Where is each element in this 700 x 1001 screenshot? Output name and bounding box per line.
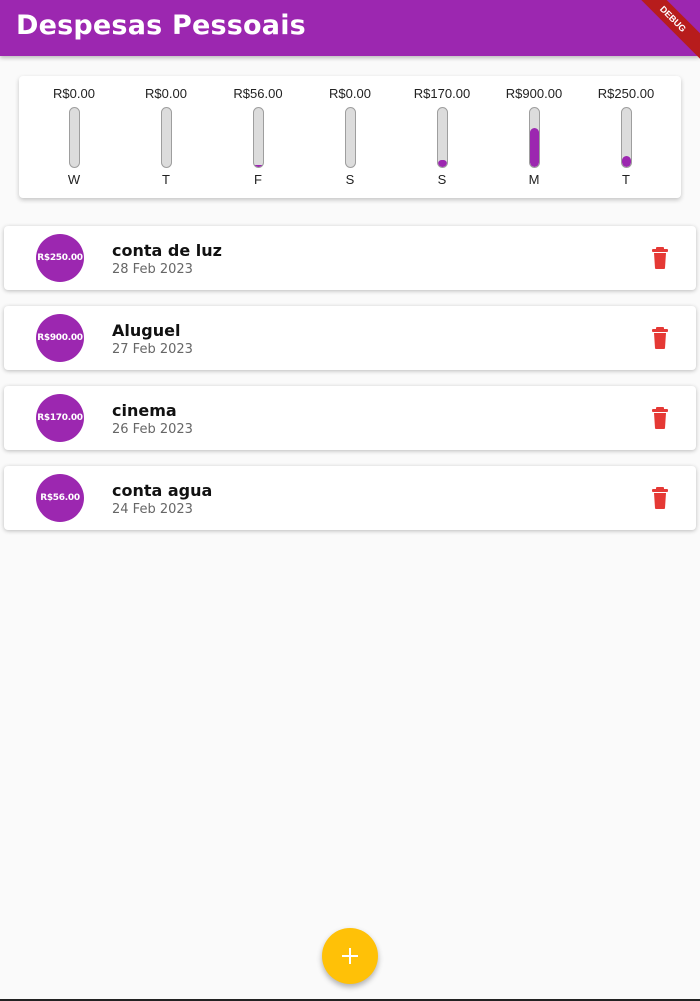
delete-transaction-button[interactable]	[650, 486, 670, 510]
chart-bar-2: R$56.00 F	[212, 76, 304, 198]
transaction-title: conta de luz	[112, 241, 222, 260]
bar-track	[161, 107, 172, 168]
bar-value-label: R$0.00	[53, 86, 95, 101]
bar-track	[253, 107, 264, 168]
bar-day-label: S	[345, 172, 355, 187]
weekly-chart: R$0.00 W R$0.00 T R$56.00 F R$0.00 S R$170.00 S R$…	[19, 76, 681, 198]
amount-avatar: R$250.00	[36, 234, 84, 282]
trash-icon	[652, 487, 668, 509]
bar-day-label: W	[67, 172, 81, 187]
bar-fill	[254, 165, 263, 167]
bar-track	[69, 107, 80, 168]
transaction-item: R$250.00 conta de luz 28 Feb 2023	[4, 226, 696, 290]
transaction-date: 27 Feb 2023	[112, 342, 193, 357]
transaction-title: conta agua	[112, 481, 213, 500]
transaction-title: Aluguel	[112, 321, 181, 340]
bar-day-label: F	[254, 172, 262, 187]
chart-bar-3: R$0.00 S	[304, 76, 396, 198]
bar-day-label: T	[622, 172, 630, 187]
bar-value-label: R$0.00	[145, 86, 187, 101]
bar-day-label: S	[437, 172, 447, 187]
amount-avatar: R$170.00	[36, 394, 84, 442]
bar-track	[621, 107, 632, 168]
delete-transaction-button[interactable]	[650, 326, 670, 350]
transaction-date: 28 Feb 2023	[112, 262, 193, 277]
delete-transaction-button[interactable]	[650, 406, 670, 430]
transaction-item: R$170.00 cinema 26 Feb 2023	[4, 386, 696, 450]
bar-track	[529, 107, 540, 168]
bar-value-label: R$56.00	[233, 86, 283, 101]
chart-bar-6: R$250.00 T	[580, 76, 672, 198]
chart-bar-1: R$0.00 T	[120, 76, 212, 198]
transaction-item: R$900.00 Aluguel 27 Feb 2023	[4, 306, 696, 370]
transaction-title: cinema	[112, 401, 177, 420]
chart-bar-5: R$900.00 M	[488, 76, 580, 198]
bar-day-label: T	[162, 172, 170, 187]
transaction-date: 26 Feb 2023	[112, 422, 193, 437]
plus-icon	[342, 948, 358, 964]
amount-avatar: R$56.00	[36, 474, 84, 522]
add-transaction-button[interactable]	[322, 928, 378, 984]
bar-day-label: M	[528, 172, 540, 187]
bar-fill	[438, 160, 447, 167]
bar-track	[437, 107, 448, 168]
trash-icon	[652, 327, 668, 349]
trash-icon	[652, 247, 668, 269]
delete-transaction-button[interactable]	[650, 246, 670, 270]
bar-value-label: R$0.00	[329, 86, 371, 101]
bar-value-label: R$250.00	[597, 86, 655, 101]
chart-bar-0: R$0.00 W	[28, 76, 120, 198]
transaction-date: 24 Feb 2023	[112, 502, 193, 517]
amount-avatar: R$900.00	[36, 314, 84, 362]
bar-track	[345, 107, 356, 168]
bar-value-label: R$170.00	[413, 86, 471, 101]
transaction-item: R$56.00 conta agua 24 Feb 2023	[4, 466, 696, 530]
trash-icon	[652, 407, 668, 429]
bar-value-label: R$900.00	[505, 86, 563, 101]
app-bar: Despesas Pessoais	[0, 0, 700, 56]
app-title: Despesas Pessoais	[16, 10, 306, 41]
bar-fill	[622, 156, 631, 167]
chart-bar-4: R$170.00 S	[396, 76, 488, 198]
bar-fill	[530, 128, 539, 167]
